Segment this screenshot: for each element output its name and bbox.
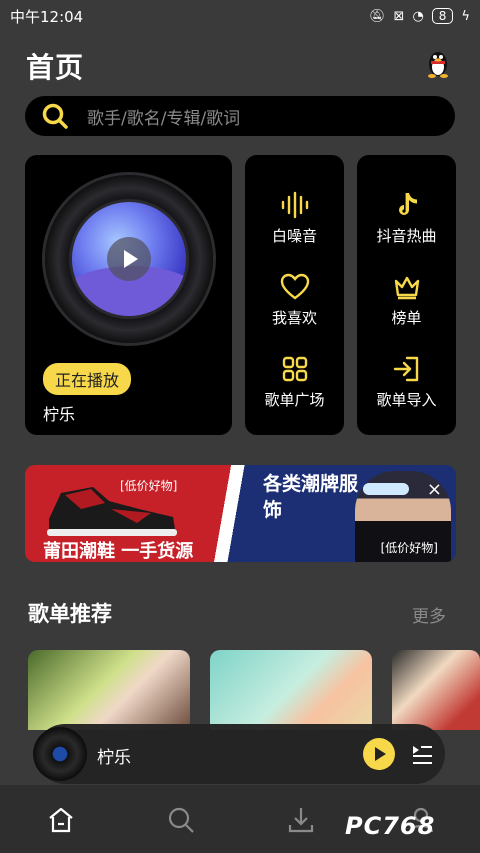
now-playing-card[interactable]: 正在播放 柠乐 [25, 155, 232, 435]
search-bar[interactable]: 歌手/歌名/专辑/歌词 [25, 96, 455, 136]
grid-item-label: 歌单广场 [264, 391, 325, 409]
close-icon[interactable]: × [427, 479, 442, 500]
wifi-icon: ◔ [412, 8, 424, 24]
grid-item-label: 抖音热曲 [376, 227, 437, 245]
grid-item-label: 我喜欢 [271, 309, 317, 327]
download-icon[interactable] [286, 805, 316, 835]
now-playing-song: 柠乐 [43, 405, 76, 424]
play-icon[interactable] [107, 237, 151, 281]
playlist-cover[interactable] [210, 650, 372, 730]
section-title: 歌单推荐 [28, 602, 112, 626]
grid-item-label: 榜单 [391, 309, 422, 327]
now-playing-button[interactable]: 正在播放 [43, 363, 132, 395]
grid-item-charts[interactable]: 榜单 [357, 273, 456, 328]
qq-penguin-icon[interactable] [426, 48, 450, 78]
banner-tag-left: [低价好物] [120, 479, 178, 493]
crown-icon [394, 276, 419, 300]
banner-tag-right: [低价好物] [380, 541, 438, 555]
heart-icon [280, 273, 309, 300]
quick-grid-right: 抖音热曲 榜单 歌单导入 [357, 155, 456, 435]
mute-icon: 🔕︎ [369, 8, 386, 24]
ad-banner[interactable]: [低价好物] 莆田潮鞋 一手货源 各类潮牌服饰 [低价好物] × [25, 465, 456, 562]
status-bar: 中午12:04 🔕︎ ⊠ ◔ 8 ϟ [0, 0, 480, 32]
vinyl-disc [45, 175, 213, 343]
status-icons: 🔕︎ ⊠ ◔ 8 ϟ [369, 8, 470, 24]
search-icon [42, 103, 68, 129]
banner-headline-left: 莆田潮鞋 一手货源 [43, 541, 194, 562]
mini-play-button[interactable] [363, 738, 395, 770]
mini-player-song: 柠乐 [97, 748, 131, 768]
grid-item-label: 歌单导入 [376, 391, 437, 409]
grid-item-white-noise[interactable]: 白噪音 [245, 191, 344, 246]
grid-item-playlist-plaza[interactable]: 歌单广场 [245, 355, 344, 410]
search-placeholder: 歌手/歌名/专辑/歌词 [87, 108, 241, 129]
battery-indicator: 8 [431, 8, 454, 24]
sim-icon: ⊠ [393, 8, 405, 24]
waveform-icon [281, 191, 308, 219]
model-visor [363, 483, 409, 495]
quick-grid-left: 白噪音 我喜欢 歌单广场 [245, 155, 344, 435]
status-time: 中午12:04 [10, 7, 84, 26]
album-art [72, 202, 186, 316]
watermark: PC768 [345, 812, 436, 840]
home-icon[interactable] [46, 805, 76, 835]
grid-icon [282, 356, 307, 382]
charging-icon: ϟ [461, 8, 470, 24]
search-tab-icon[interactable] [166, 805, 196, 835]
playlist-icon[interactable] [412, 743, 432, 765]
grid-item-favorites[interactable]: 我喜欢 [245, 273, 344, 328]
playlist-cover[interactable] [392, 650, 480, 730]
page-title: 首页 [26, 51, 85, 84]
mini-disc [33, 727, 87, 781]
grid-item-douyin-hits[interactable]: 抖音热曲 [357, 191, 456, 246]
import-icon [393, 356, 418, 382]
grid-item-label: 白噪音 [271, 227, 317, 245]
more-link[interactable]: 更多 [412, 602, 446, 627]
playlist-cover[interactable] [28, 650, 190, 730]
grid-item-playlist-import[interactable]: 歌单导入 [357, 355, 456, 410]
mini-player[interactable]: 柠乐 [33, 724, 445, 784]
tiktok-note-icon [398, 193, 417, 215]
